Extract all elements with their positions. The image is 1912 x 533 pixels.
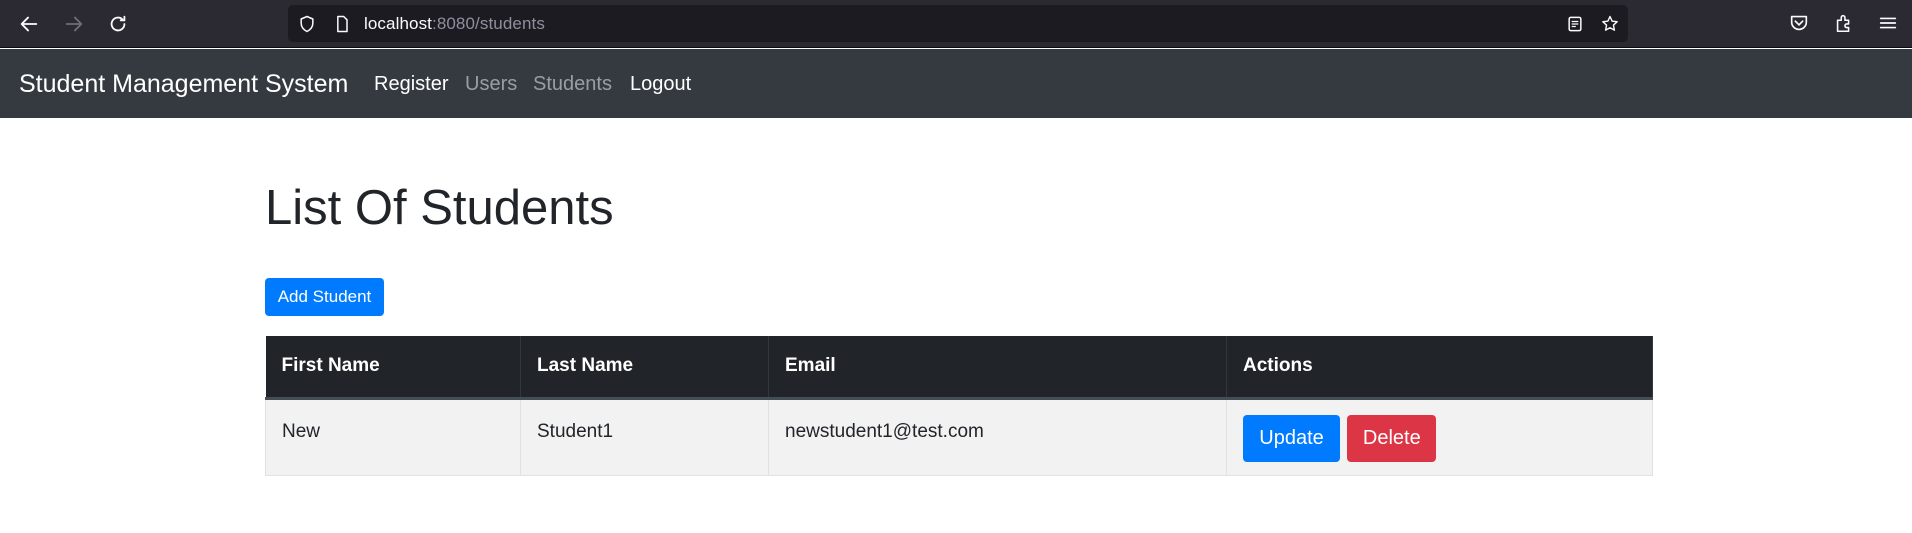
update-button[interactable]: Update bbox=[1243, 414, 1340, 462]
forward-button[interactable] bbox=[56, 6, 92, 42]
arrow-right-icon bbox=[65, 16, 83, 32]
nav-link-users[interactable]: Users bbox=[465, 73, 517, 96]
reload-icon bbox=[110, 15, 126, 32]
cell-email: newstudent1@test.com bbox=[768, 397, 1227, 476]
menu-icon[interactable] bbox=[1875, 10, 1901, 36]
page-icon[interactable] bbox=[331, 13, 353, 35]
nav-link-students[interactable]: Students bbox=[533, 73, 612, 96]
url-bar[interactable]: localhost:8080/students bbox=[288, 5, 1628, 42]
students-table: First Name Last Name Email Actions New S… bbox=[265, 336, 1653, 476]
url-path: :8080/students bbox=[432, 13, 545, 33]
column-header-last-name: Last Name bbox=[520, 336, 769, 400]
shield-icon[interactable] bbox=[296, 13, 318, 35]
column-header-email: Email bbox=[768, 336, 1227, 400]
extensions-icon[interactable] bbox=[1831, 10, 1857, 36]
table-header-row: First Name Last Name Email Actions bbox=[265, 336, 1653, 400]
cell-first-name: New bbox=[265, 397, 521, 476]
nav-link-register[interactable]: Register bbox=[374, 73, 448, 96]
cell-actions: Update Delete bbox=[1226, 397, 1653, 476]
reload-button[interactable] bbox=[100, 6, 136, 42]
app-navbar: Student Management System Register Users… bbox=[0, 49, 1912, 118]
reader-view-icon[interactable] bbox=[1564, 13, 1586, 35]
url-host: localhost bbox=[364, 13, 432, 33]
pocket-icon[interactable] bbox=[1786, 10, 1812, 36]
browser-toolbar: localhost:8080/students bbox=[0, 0, 1912, 48]
add-student-button[interactable]: Add Student bbox=[265, 278, 384, 316]
page-title: List Of Students bbox=[265, 181, 614, 235]
table-row: New Student1 newstudent1@test.com Update… bbox=[265, 397, 1653, 476]
cell-last-name: Student1 bbox=[520, 397, 769, 476]
column-header-actions: Actions bbox=[1226, 336, 1653, 400]
arrow-left-icon bbox=[20, 16, 38, 32]
delete-button[interactable]: Delete bbox=[1347, 414, 1437, 462]
url-text[interactable]: localhost:8080/students bbox=[364, 14, 545, 34]
bookmark-star-icon[interactable] bbox=[1599, 13, 1621, 35]
navbar-brand[interactable]: Student Management System bbox=[19, 70, 348, 99]
column-header-first-name: First Name bbox=[265, 336, 521, 400]
nav-link-logout[interactable]: Logout bbox=[630, 73, 691, 96]
back-button[interactable] bbox=[11, 6, 47, 42]
